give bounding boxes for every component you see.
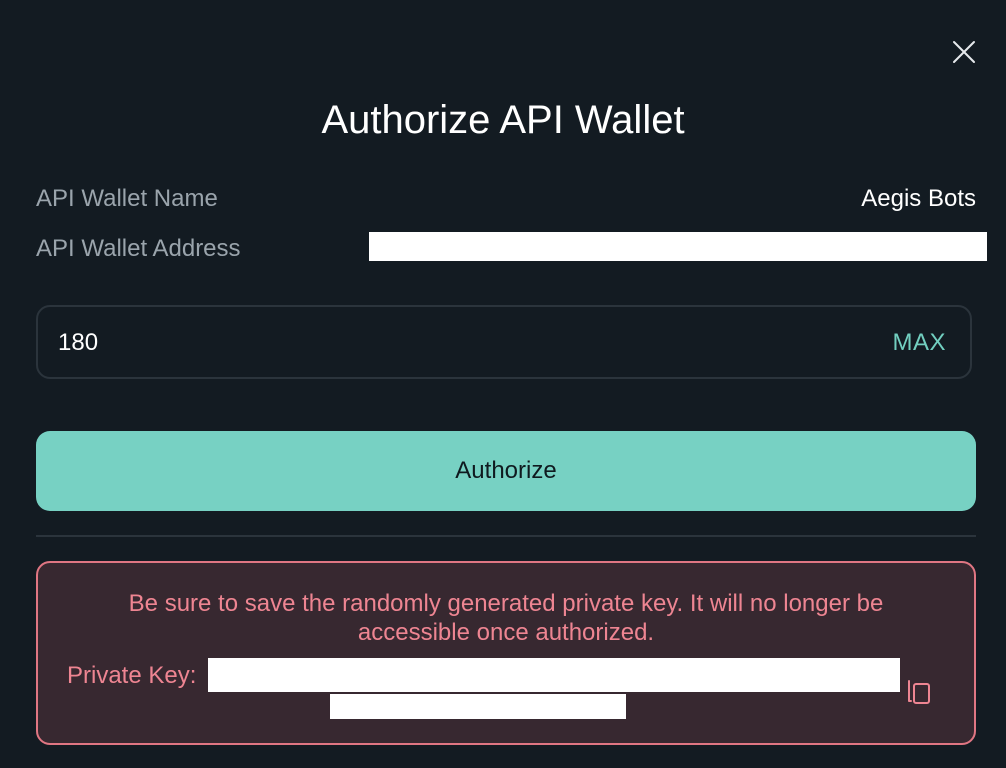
wallet-name-value: Aegis Bots xyxy=(861,185,976,212)
authorize-api-wallet-modal: Authorize API Wallet API Wallet Name Aeg… xyxy=(0,0,1006,768)
wallet-address-value-redacted xyxy=(369,232,987,261)
private-key-value-redacted-line2 xyxy=(330,694,626,719)
copy-private-key-button[interactable] xyxy=(906,676,934,706)
private-key-value-redacted xyxy=(208,658,900,692)
wallet-name-label: API Wallet Name xyxy=(36,185,218,212)
private-key-warning: Be sure to save the randomly generated p… xyxy=(36,561,976,745)
copy-icon xyxy=(908,680,930,704)
modal-title: Authorize API Wallet xyxy=(321,98,685,142)
amount-field: MAX xyxy=(36,305,972,379)
amount-input[interactable] xyxy=(58,325,818,361)
wallet-address-label: API Wallet Address xyxy=(36,235,241,262)
authorize-button[interactable]: Authorize xyxy=(36,431,976,511)
max-button[interactable]: MAX xyxy=(892,328,946,358)
close-button[interactable] xyxy=(950,38,978,66)
close-icon xyxy=(953,41,975,63)
private-key-label: Private Key: xyxy=(67,662,197,689)
warning-message: Be sure to save the randomly generated p… xyxy=(128,590,884,646)
divider xyxy=(36,535,976,537)
